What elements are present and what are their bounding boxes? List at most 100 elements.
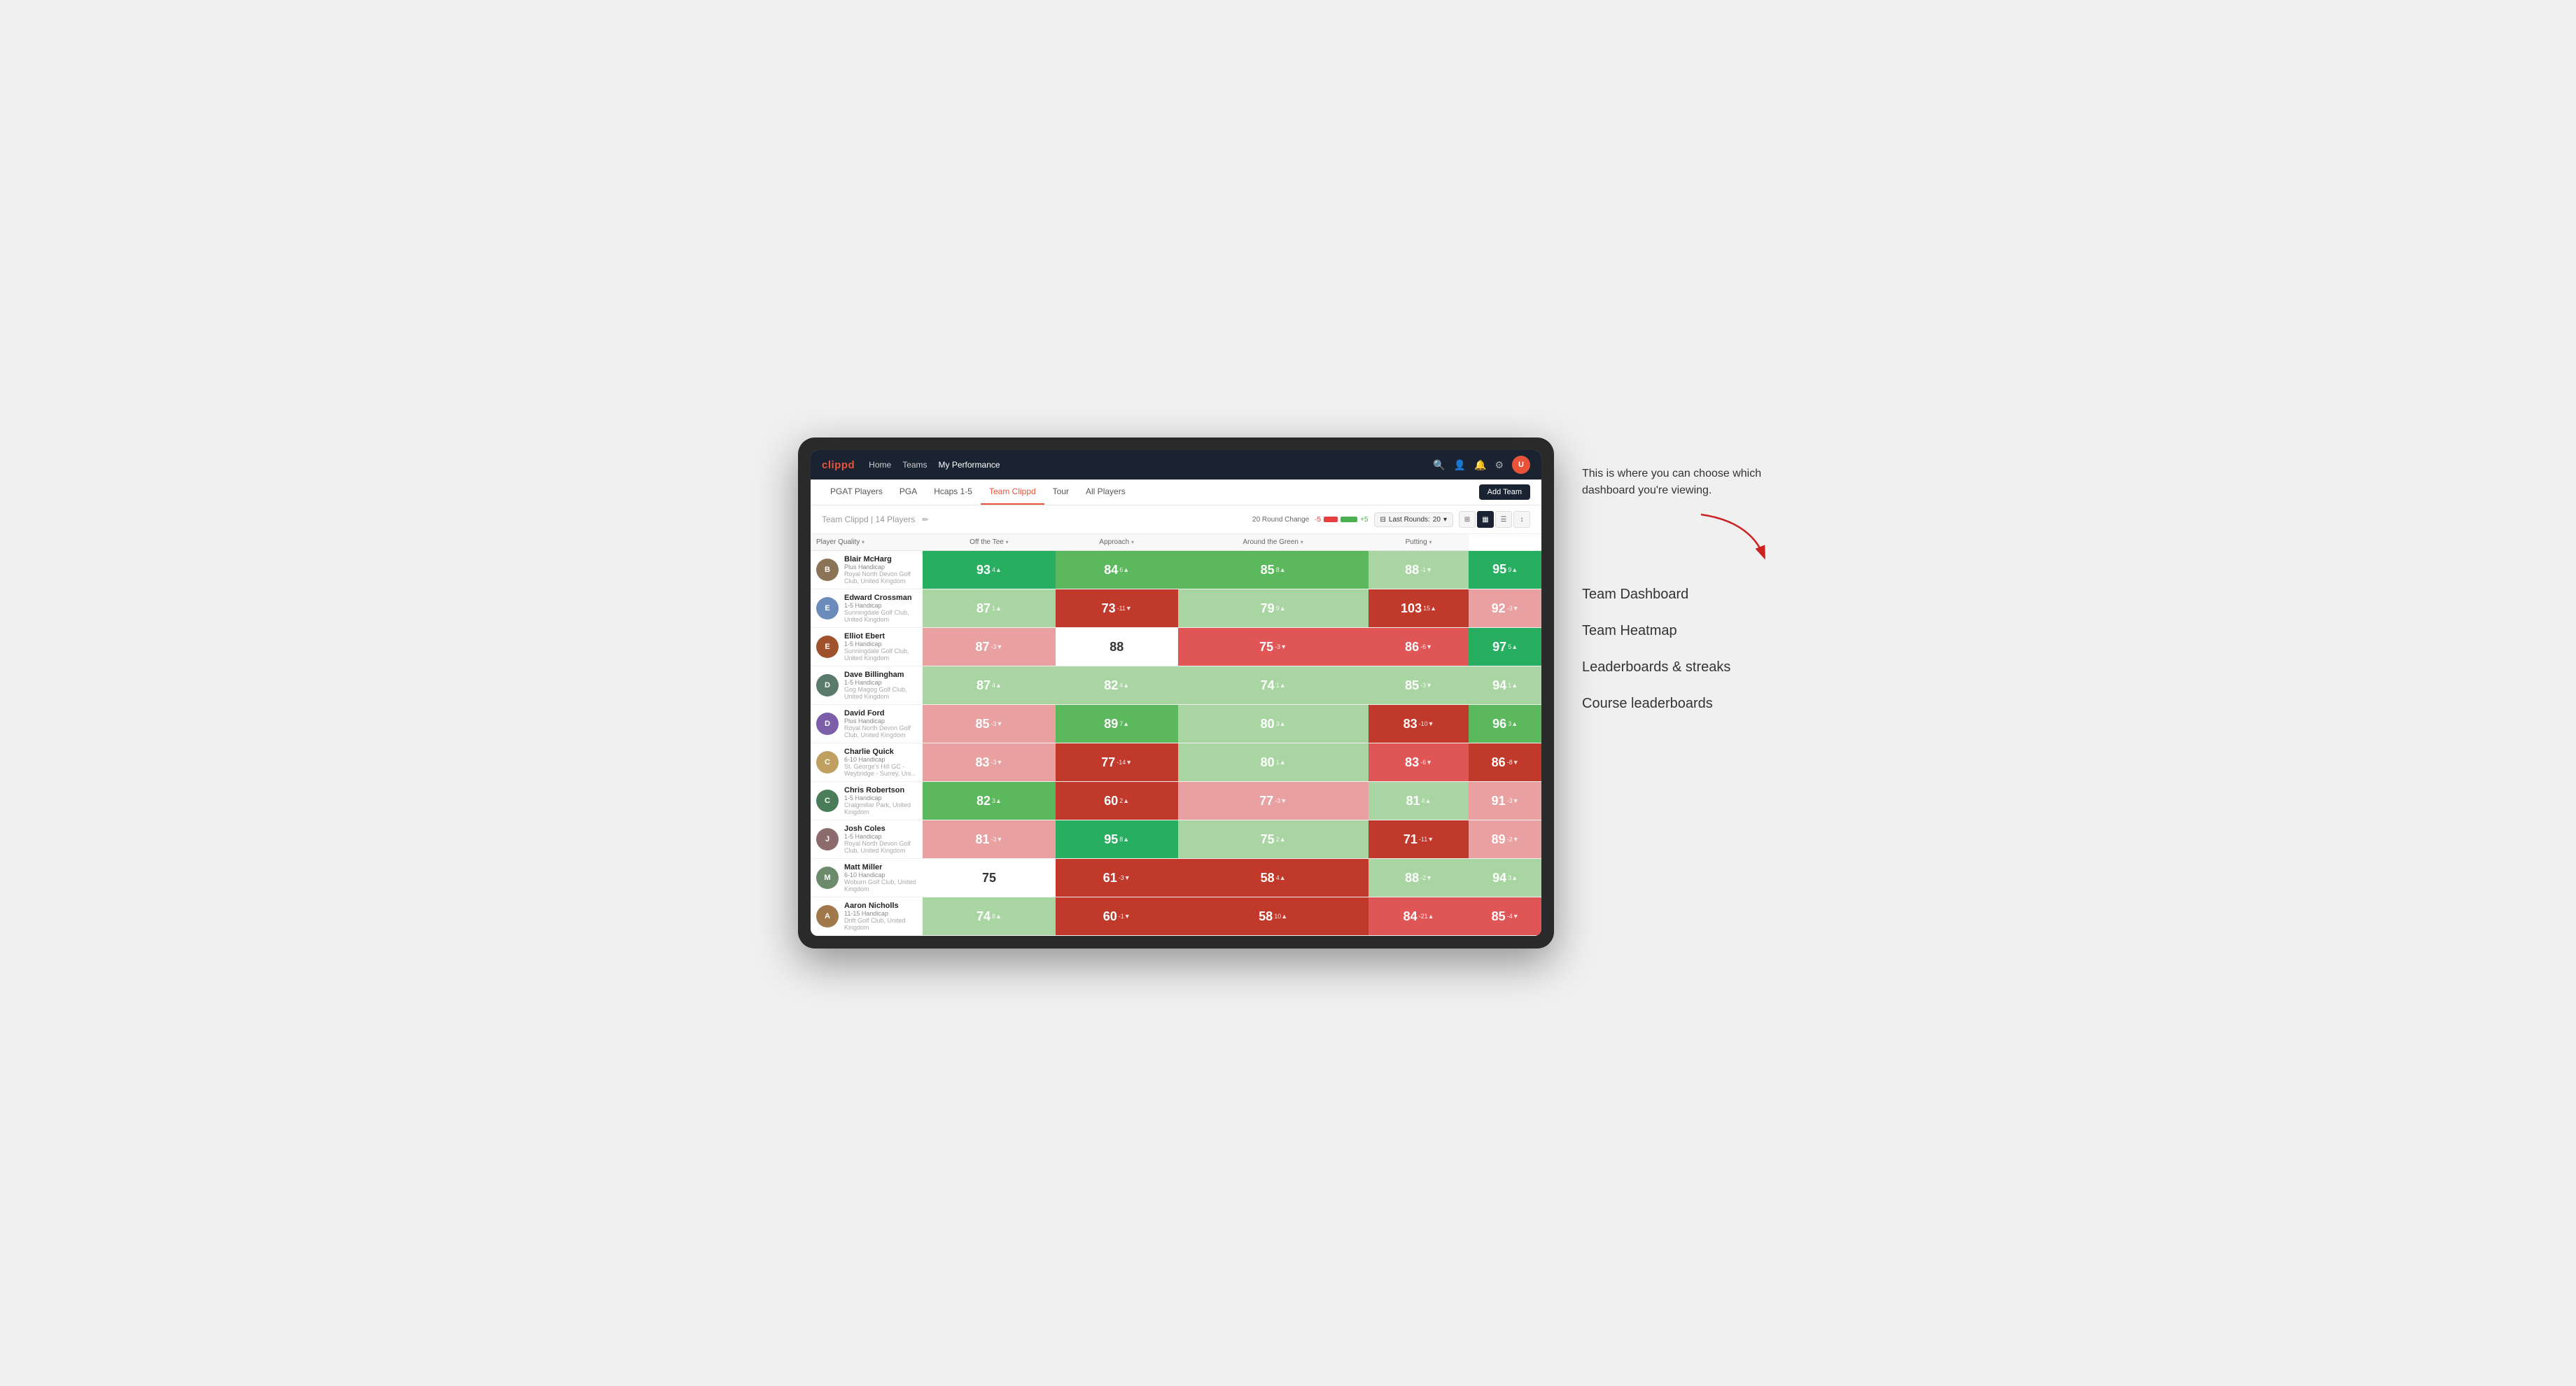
player-info: Dave Billingham1-5 HandicapGog Magog Gol… [844, 671, 917, 700]
player-cell-3[interactable]: DDave Billingham1-5 HandicapGog Magog Go… [811, 666, 923, 705]
col-player-quality[interactable]: Player Quality ▾ [811, 534, 923, 551]
score-change: -21▲ [1419, 913, 1434, 920]
player-cell-6[interactable]: CChris Robertson1-5 HandicapCraigmillar … [811, 782, 923, 820]
player-cell-0[interactable]: BBlair McHargPlus HandicapRoyal North De… [811, 551, 923, 589]
bell-icon[interactable]: 🔔 [1474, 459, 1486, 471]
player-cell-7[interactable]: JJosh Coles1-5 HandicapRoyal North Devon… [811, 820, 923, 859]
tab-team-clippd[interactable]: Team Clippd [981, 479, 1044, 505]
player-cell-4[interactable]: DDavid FordPlus HandicapRoyal North Devo… [811, 705, 923, 743]
grid-view-button[interactable]: ⊞ [1459, 511, 1476, 528]
player-cell-8[interactable]: MMatt Miller6-10 HandicapWoburn Golf Clu… [811, 859, 923, 897]
score-value: 75 [1261, 832, 1275, 847]
player-handicap: 6-10 Handicap [844, 756, 917, 763]
score-cell-6-4: 91-3▼ [1469, 782, 1541, 820]
edit-icon[interactable]: ✏ [922, 515, 928, 524]
avatar: M [816, 867, 839, 889]
tab-all-players[interactable]: All Players [1077, 479, 1134, 505]
score-cell-0-3: 88-1▼ [1368, 551, 1469, 589]
score-change: -3▼ [991, 643, 1003, 650]
list-view-button[interactable]: ☰ [1495, 511, 1512, 528]
table-row: CCharlie Quick6-10 HandicapSt. George's … [811, 743, 1541, 782]
player-info: Charlie Quick6-10 HandicapSt. George's H… [844, 748, 917, 777]
heatmap-view-button[interactable]: ▦ [1477, 511, 1494, 528]
player-name: Josh Coles [844, 825, 917, 833]
player-handicap: 1-5 Handicap [844, 794, 917, 802]
add-team-button[interactable]: Add Team [1479, 484, 1530, 500]
score-change: 1▲ [1276, 682, 1286, 689]
score-change: 4▲ [992, 682, 1002, 689]
score-cell-7-4: 89-2▼ [1469, 820, 1541, 859]
player-cell-9[interactable]: AAaron Nicholls11-15 HandicapDrift Golf … [811, 897, 923, 936]
annotation-items: Team DashboardTeam HeatmapLeaderboards &… [1582, 584, 1778, 713]
score-value: 79 [1261, 601, 1275, 616]
col-approach[interactable]: Approach ▾ [1056, 534, 1178, 551]
view-icons: ⊞ ▦ ☰ ↕ [1459, 511, 1530, 528]
score-cell-5-1: 77-14▼ [1056, 743, 1178, 782]
score-cell-2-3: 86-6▼ [1368, 628, 1469, 666]
score-value: 58 [1259, 909, 1273, 924]
score-value: 60 [1104, 794, 1118, 808]
score-cell-1-3: 10315▲ [1368, 589, 1469, 628]
score-change: 8▲ [992, 913, 1002, 920]
filter-button[interactable]: ↕ [1513, 511, 1530, 528]
player-name: David Ford [844, 709, 917, 718]
score-cell-0-1: 846▲ [1056, 551, 1178, 589]
score-cell-6-2: 77-3▼ [1178, 782, 1368, 820]
tab-pgat-players[interactable]: PGAT Players [822, 479, 891, 505]
annotation-item-0: Team Dashboard [1582, 584, 1778, 604]
score-change: -3▼ [1507, 797, 1519, 804]
avatar: C [816, 751, 839, 774]
score-change: 4▲ [1276, 874, 1286, 881]
player-cell-2[interactable]: EElliot Ebert1-5 HandicapSunningdale Gol… [811, 628, 923, 666]
score-change: 4▲ [1119, 682, 1129, 689]
avatar[interactable]: U [1512, 456, 1530, 474]
table-row: AAaron Nicholls11-15 HandicapDrift Golf … [811, 897, 1541, 936]
player-cell-5[interactable]: CCharlie Quick6-10 HandicapSt. George's … [811, 743, 923, 782]
score-cell-4-4: 963▲ [1469, 705, 1541, 743]
search-icon[interactable]: 🔍 [1433, 459, 1445, 471]
score-change: -6▼ [1420, 759, 1432, 766]
score-value: 83 [1404, 717, 1418, 732]
score-cell-3-4: 941▲ [1469, 666, 1541, 705]
tab-tour[interactable]: Tour [1044, 479, 1077, 505]
score-value: 75 [1259, 640, 1273, 654]
score-cell-6-1: 602▲ [1056, 782, 1178, 820]
avatar: E [816, 636, 839, 658]
player-club: Woburn Golf Club, United Kingdom [844, 878, 917, 892]
last-rounds-button[interactable]: ⊟ Last Rounds: 20 ▾ [1374, 512, 1453, 527]
col-putting[interactable]: Putting ▾ [1368, 534, 1469, 551]
player-handicap: Plus Handicap [844, 718, 917, 724]
nav-my-performance[interactable]: My Performance [939, 457, 1000, 472]
score-value: 97 [1492, 640, 1506, 654]
score-value: 75 [982, 871, 996, 886]
profile-icon[interactable]: 👤 [1454, 459, 1466, 471]
score-value: 95 [1492, 562, 1506, 577]
nav-links: Home Teams My Performance [869, 457, 1419, 472]
team-title: Team Clippd | 14 Players [822, 514, 915, 524]
score-change: 3▲ [1276, 720, 1286, 727]
nav-teams[interactable]: Teams [902, 457, 927, 472]
tab-hcaps[interactable]: Hcaps 1-5 [925, 479, 981, 505]
col-around-green[interactable]: Around the Green ▾ [1178, 534, 1368, 551]
player-club: Sunningdale Golf Club, United Kingdom [844, 648, 917, 662]
player-name: Edward Crossman [844, 594, 917, 602]
player-cell-1[interactable]: EEdward Crossman1-5 HandicapSunningdale … [811, 589, 923, 628]
score-cell-4-1: 897▲ [1056, 705, 1178, 743]
score-change: -2▼ [1420, 874, 1432, 881]
table-row: EElliot Ebert1-5 HandicapSunningdale Gol… [811, 628, 1541, 666]
score-change: -4▼ [1507, 913, 1519, 920]
score-value: 86 [1492, 755, 1506, 770]
score-value: 88 [1405, 871, 1419, 886]
score-change: -2▼ [1507, 836, 1519, 843]
nav-home[interactable]: Home [869, 457, 891, 472]
score-change: -1▼ [1420, 566, 1432, 573]
player-name: Matt Miller [844, 863, 917, 872]
tab-pga[interactable]: PGA [891, 479, 925, 505]
score-value: 88 [1110, 640, 1124, 654]
annotation-item-2: Leaderboards & streaks [1582, 657, 1778, 677]
score-value: 81 [1406, 794, 1420, 808]
col-off-tee[interactable]: Off the Tee ▾ [923, 534, 1056, 551]
score-cell-9-3: 84-21▲ [1368, 897, 1469, 936]
settings-icon[interactable]: ⚙ [1494, 459, 1504, 471]
score-value: 82 [976, 794, 990, 808]
